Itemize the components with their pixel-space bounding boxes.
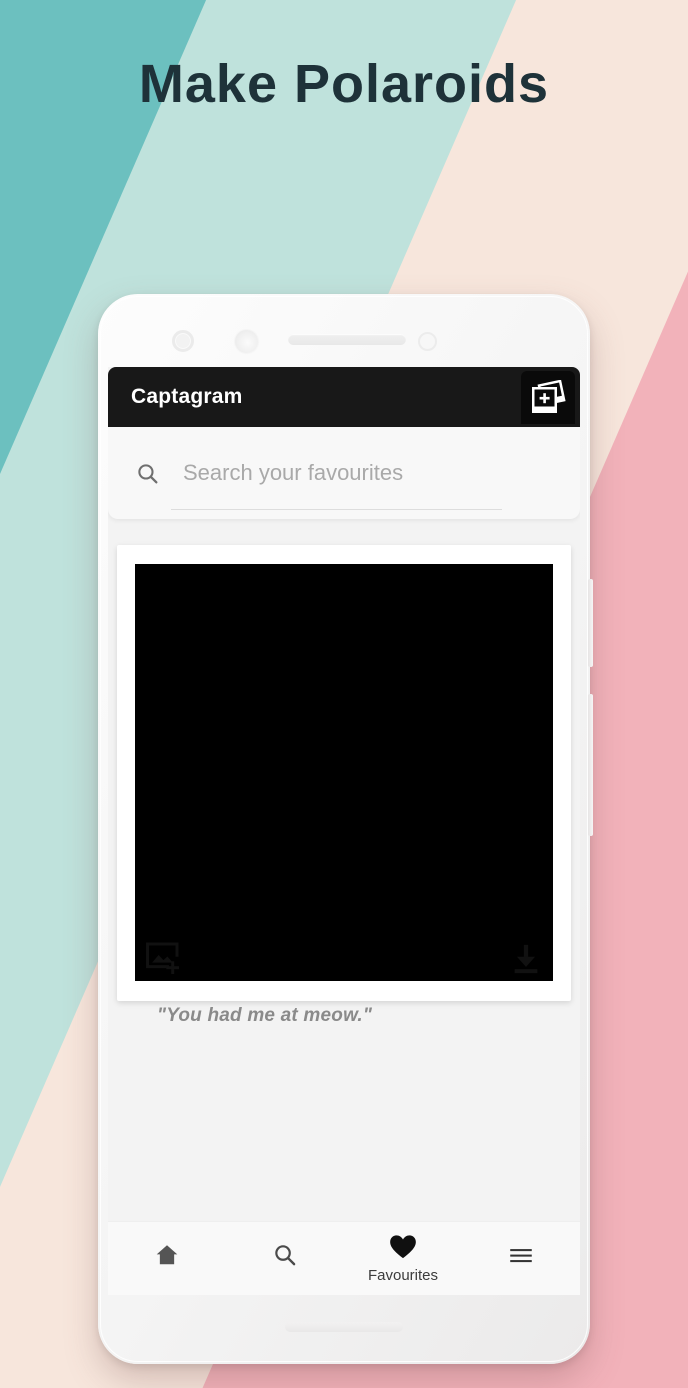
add-polaroid-button[interactable]: [521, 371, 575, 424]
polaroid-card[interactable]: "You had me at meow.": [117, 545, 571, 1026]
app-title: Captagram: [131, 385, 243, 408]
nav-label-favourites: Favourites: [367, 1266, 439, 1284]
app-bar: Captagram: [108, 367, 580, 427]
phone-sensor-row: [98, 322, 590, 358]
search-input[interactable]: Search your favourites: [183, 460, 403, 486]
earpiece-speaker: [288, 334, 406, 345]
phone-mockup: Captagram Search your favourites "You ha…: [98, 294, 593, 1364]
proximity-sensor-icon: [172, 330, 194, 352]
search-underline: [171, 509, 502, 510]
promo-screenshot: Make Polaroids Captagram Search your fav…: [0, 0, 688, 1388]
heart-icon: [389, 1234, 417, 1265]
light-sensor-icon: [418, 332, 437, 351]
polaroid-card-actions: [117, 939, 571, 983]
phone-power-button[interactable]: [588, 579, 593, 667]
search-icon: [135, 461, 160, 486]
search-icon: [272, 1242, 298, 1273]
nav-item-favourites[interactable]: Favourites: [344, 1222, 462, 1296]
search-bar[interactable]: Search your favourites: [108, 427, 580, 519]
nav-item-search[interactable]: [226, 1222, 344, 1296]
promo-headline: Make Polaroids: [138, 54, 550, 114]
hamburger-icon: [507, 1242, 535, 1273]
nav-item-menu[interactable]: [462, 1222, 580, 1296]
add-polaroid-icon: [532, 379, 566, 413]
add-photo-button[interactable]: [145, 941, 183, 981]
polaroid-caption: "You had me at meow.": [157, 1005, 373, 1026]
download-button[interactable]: [509, 942, 543, 981]
phone-home-indicator: [285, 1322, 403, 1332]
polaroid-photo[interactable]: [135, 564, 553, 981]
nav-item-home[interactable]: [108, 1222, 226, 1296]
app-screen: Captagram Search your favourites "You ha…: [108, 367, 580, 1295]
front-camera-icon: [235, 330, 258, 353]
bottom-navigation: Favourites: [108, 1221, 580, 1295]
home-icon: [154, 1242, 180, 1273]
phone-volume-button[interactable]: [588, 694, 593, 836]
